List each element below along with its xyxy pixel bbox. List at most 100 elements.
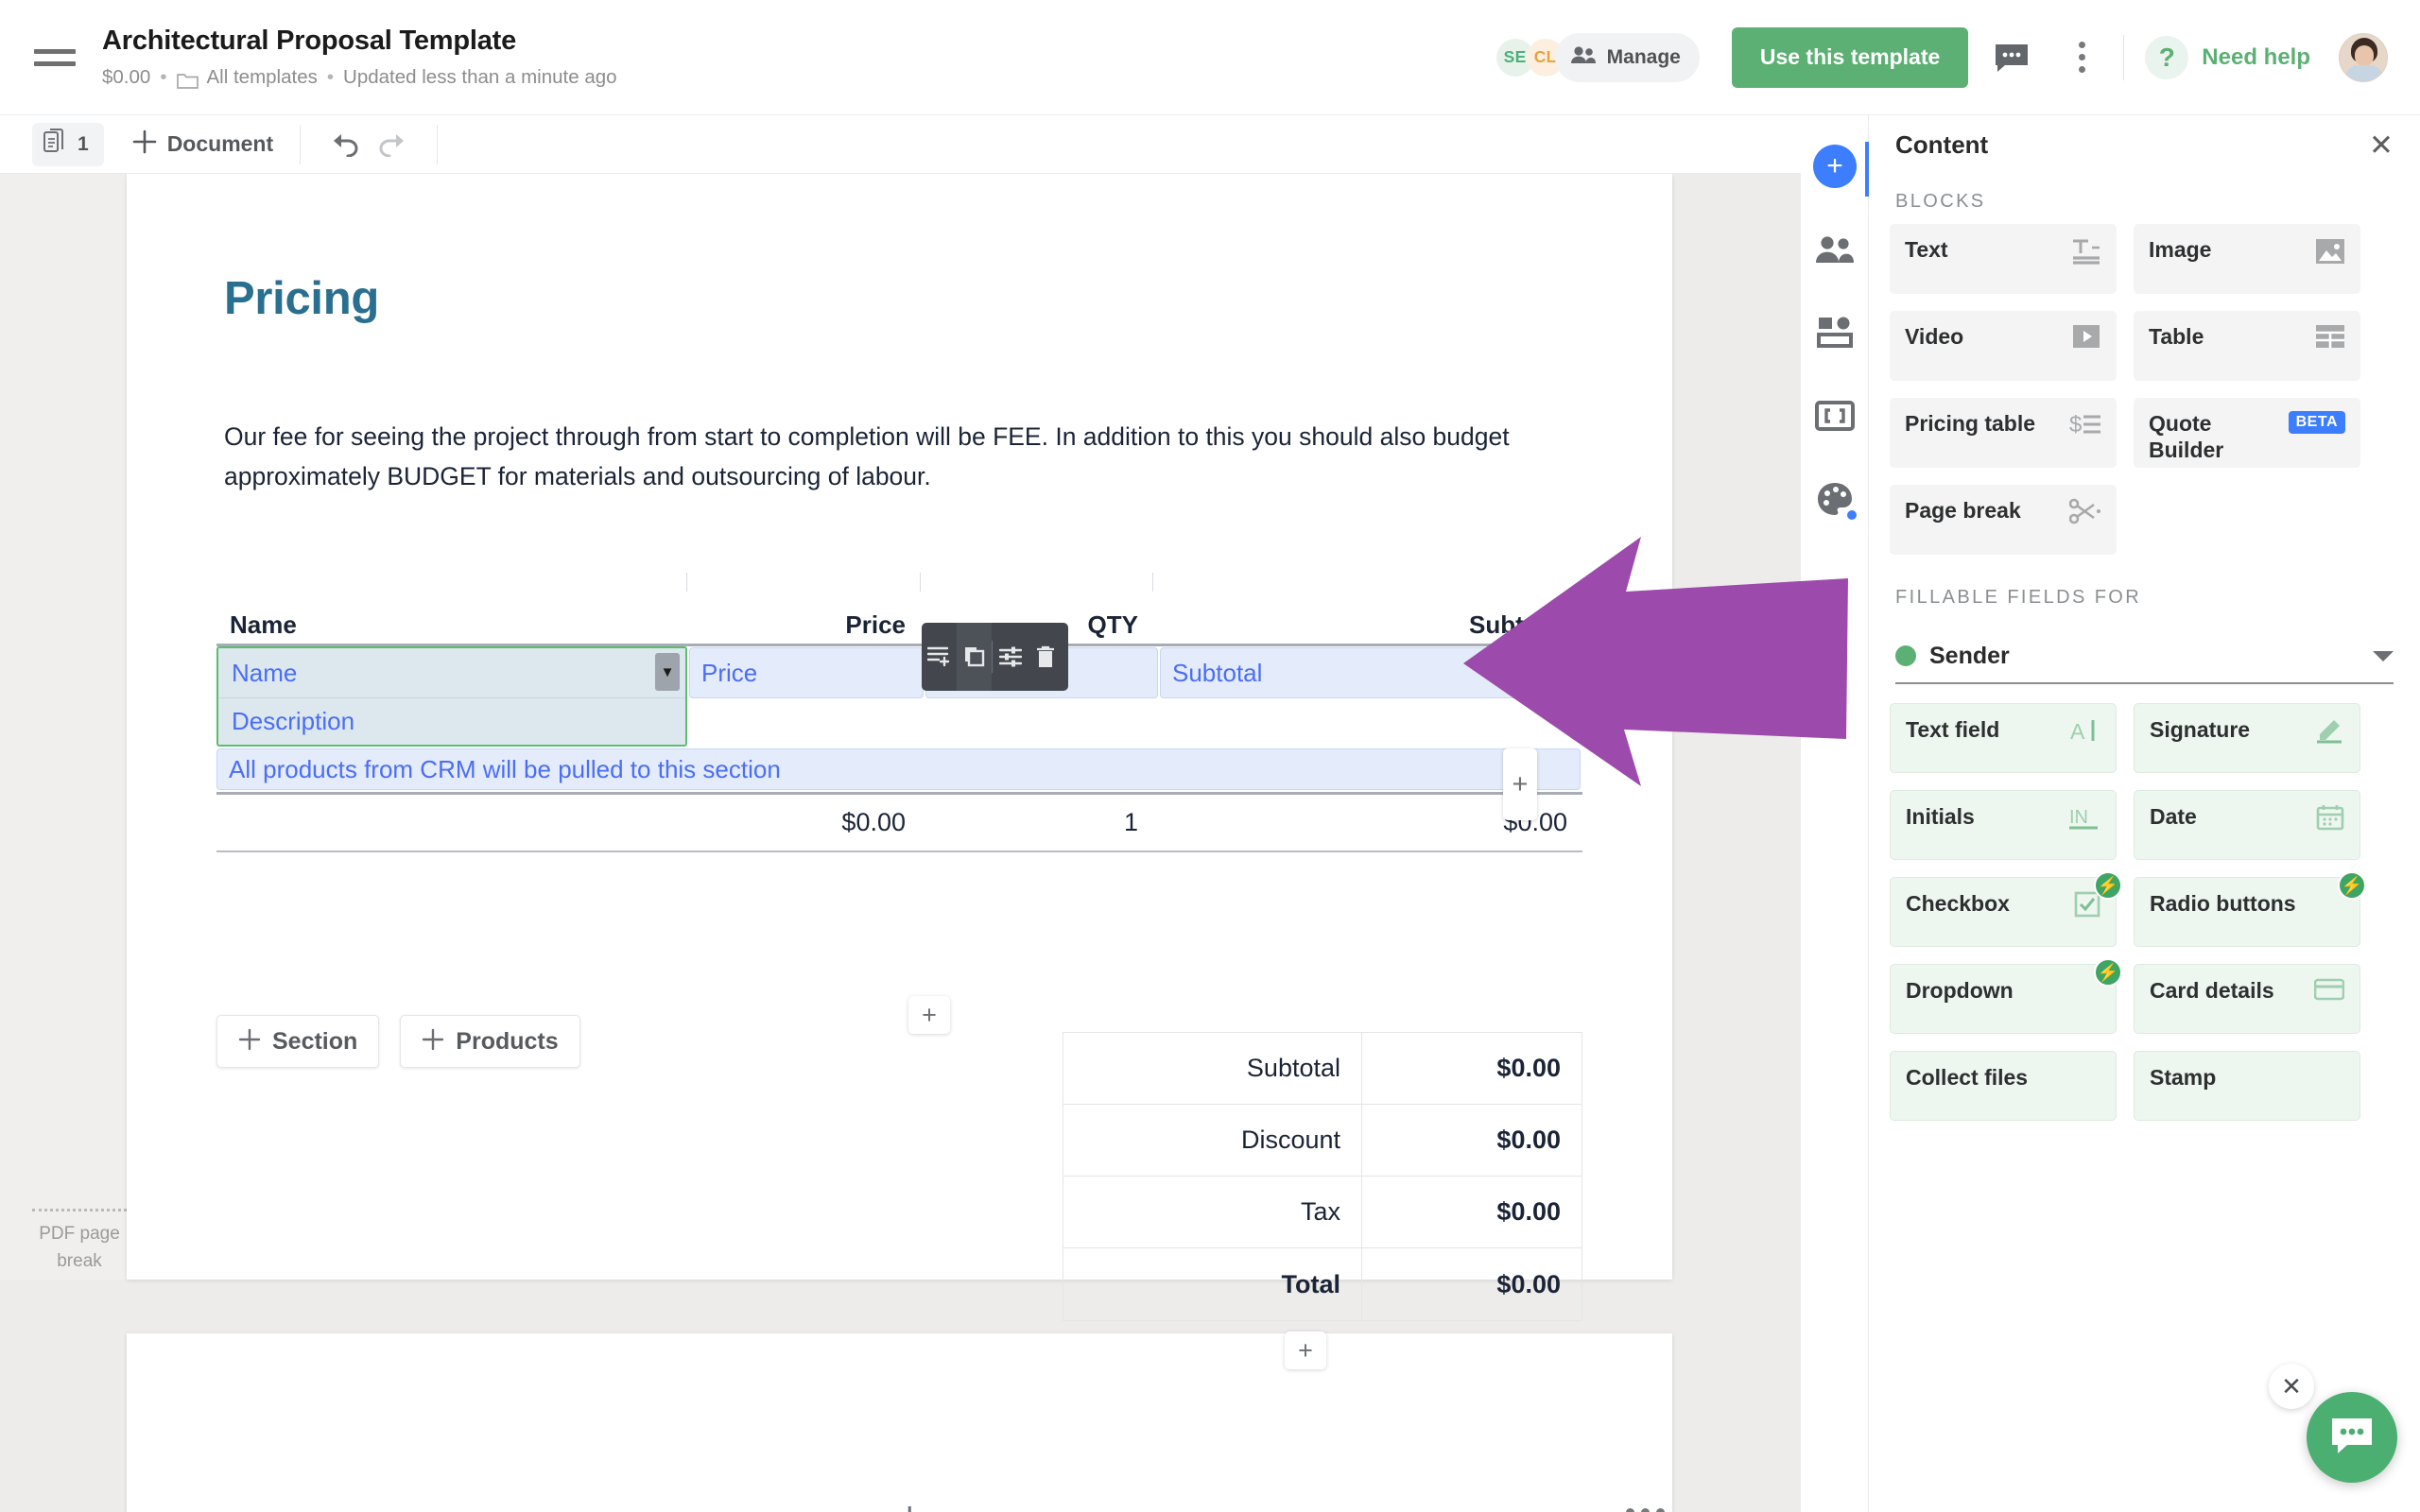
plus-icon [132, 129, 157, 159]
page-count: 1 [78, 132, 89, 155]
page-break-gutter: PDF page break [0, 174, 127, 1280]
pricing-table-column-guides [216, 573, 1582, 592]
field-signature[interactable]: Signature [2134, 703, 2360, 773]
field-date[interactable]: Date [2134, 790, 2360, 860]
rail-item-variables[interactable] [1810, 391, 1859, 440]
block-text[interactable]: Text [1890, 224, 2117, 294]
block-text-label: Text [1905, 237, 1948, 262]
pricing-table-totals-row: $0.00 1 $0.00 [216, 792, 1582, 852]
svg-text:$: $ [2069, 412, 2082, 438]
chat-close-icon[interactable]: ✕ [2269, 1364, 2314, 1409]
add-totals-row-button[interactable]: + [1285, 1332, 1326, 1369]
field-radio-buttons[interactable]: Radio buttons ⚡ [2134, 871, 2366, 947]
price-field[interactable]: Price [689, 647, 924, 698]
plus-icon [422, 1028, 444, 1056]
doc-price: $0.00 [102, 65, 151, 88]
totals-value-tax: $0.00 [1496, 1197, 1561, 1226]
duplicate-icon[interactable] [957, 623, 992, 691]
add-block-below-button[interactable]: + [898, 1493, 922, 1512]
section-paragraph[interactable]: Our fee for seeing the project through f… [224, 418, 1547, 497]
blocks-section-label: BLOCKS [1895, 191, 1986, 212]
comments-button[interactable] [1985, 31, 2038, 84]
image-icon [2315, 237, 2345, 270]
add-products-button[interactable]: Products [400, 1015, 580, 1068]
field-checkbox[interactable]: Checkbox ⚡ [1890, 871, 2122, 947]
folder-name[interactable]: All templates [207, 66, 318, 89]
collaborator-avatars: SE CL [1495, 38, 1564, 77]
name-field[interactable]: Name ▼ [218, 648, 685, 697]
rail-item-theme[interactable] [1810, 474, 1859, 524]
chat-bubble-icon[interactable] [2307, 1392, 2397, 1483]
video-icon [2071, 324, 2101, 353]
avatar[interactable] [2339, 32, 2388, 82]
use-this-template-button[interactable]: Use this template [1731, 26, 1969, 88]
crm-note-row[interactable]: All products from CRM will be pulled to … [216, 748, 1581, 790]
sender-color-dot [1895, 645, 1916, 666]
fillable-fields-role-select[interactable]: Sender [1895, 629, 2394, 684]
add-block-icon[interactable] [922, 623, 957, 691]
field-text-field[interactable]: Text field A [1890, 703, 2117, 773]
manage-button[interactable]: Manage [1554, 32, 1700, 82]
totals-value-total: $0.00 [1496, 1269, 1561, 1298]
name-cell-selected[interactable]: Name ▼ Description [216, 646, 687, 747]
field-initials[interactable]: Initials IN [1890, 790, 2117, 860]
rail-item-layout[interactable] [1810, 308, 1859, 357]
page-title: Architectural Proposal Template [102, 26, 517, 57]
block-pricing-table[interactable]: Pricing table $ [1890, 398, 2117, 468]
page-count-chip[interactable]: 1 [32, 122, 104, 166]
people-icon [1816, 236, 1854, 263]
subtotal-field[interactable]: Subtotal [1160, 647, 1580, 698]
layout-icon [1817, 317, 1853, 348]
sep-dot-1: • [160, 65, 167, 88]
add-document-button[interactable]: Document [127, 129, 279, 159]
block-pricing-table-label: Pricing table [1905, 411, 2036, 436]
close-icon[interactable]: ✕ [2369, 130, 2394, 160]
manage-label: Manage [1606, 45, 1681, 68]
plus-circle-icon: + [1813, 145, 1857, 188]
add-column-button[interactable]: + [1503, 748, 1537, 820]
field-card-details[interactable]: Card details [2134, 964, 2360, 1034]
hamburger-icon[interactable] [34, 37, 76, 78]
add-row-button[interactable]: + [908, 996, 950, 1034]
totals-row-total: Total $0.00 [1063, 1248, 1582, 1320]
block-table[interactable]: Table [2134, 311, 2360, 381]
totals-row-subtotal: Subtotal $0.00 [1063, 1033, 1582, 1105]
block-image[interactable]: Image [2134, 224, 2360, 294]
scissors-icon [2068, 498, 2101, 529]
field-stamp-label: Stamp [2150, 1065, 2217, 1090]
block-page-break[interactable]: Page break [1890, 485, 2117, 555]
block-table-label: Table [2149, 324, 2204, 349]
col-header-name: Name [230, 610, 297, 639]
undo-button[interactable] [321, 123, 369, 166]
block-quote-builder[interactable]: Quote Builder BETA [2134, 398, 2360, 468]
credit-card-icon [2313, 978, 2345, 1005]
trash-icon[interactable] [1028, 623, 1063, 691]
content-panel-header: Content ✕ [1869, 115, 2420, 174]
breadcrumb: $0.00 • All templates • Updated less tha… [102, 65, 617, 90]
sliders-icon[interactable] [993, 623, 1028, 691]
field-dropdown[interactable]: Dropdown ⚡ [1890, 958, 2122, 1034]
chevron-down-icon[interactable]: ▼ [655, 653, 680, 691]
field-collect-files-label: Collect files [1906, 1065, 2029, 1090]
need-help-button[interactable]: ? Need help [2145, 35, 2310, 79]
kebab-menu-icon[interactable] [2055, 31, 2108, 84]
totals-row-tax: Tax $0.00 [1063, 1177, 1582, 1248]
rail-item-recipients[interactable] [1810, 225, 1859, 274]
editor-toolbar: 1 Document [0, 115, 1801, 174]
page-options-button[interactable] [1626, 1508, 1665, 1512]
folder-icon [176, 71, 199, 90]
block-video[interactable]: Video [1890, 311, 2117, 381]
undo-icon [334, 133, 358, 157]
totals-table: Subtotal $0.00 Discount $0.00 Tax $0.00 … [1063, 1032, 1582, 1321]
field-collect-files[interactable]: Collect files [1890, 1051, 2117, 1121]
plus-icon [238, 1028, 261, 1056]
document-page-1: Pricing Our fee for seeing the project t… [127, 174, 1672, 1369]
rail-item-add-content[interactable]: + [1810, 142, 1870, 197]
redo-button[interactable] [369, 123, 416, 166]
description-field[interactable]: Description [218, 697, 685, 745]
section-heading[interactable]: Pricing [224, 272, 379, 325]
pricing-table-icon: $ [2069, 411, 2101, 442]
field-stamp[interactable]: Stamp [2134, 1051, 2360, 1121]
toolbar-divider-1 [300, 124, 302, 164]
add-section-button[interactable]: Section [216, 1015, 380, 1068]
